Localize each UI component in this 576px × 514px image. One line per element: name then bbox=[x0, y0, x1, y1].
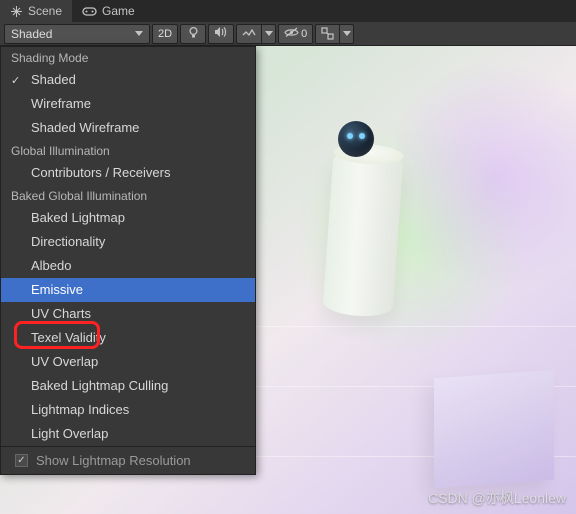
item-baked-lightmap-culling[interactable]: Baked Lightmap Culling bbox=[1, 374, 255, 398]
button-2d[interactable]: 2D bbox=[152, 24, 178, 44]
tab-scene[interactable]: Scene bbox=[0, 0, 72, 22]
scene-robot-orb bbox=[338, 121, 374, 157]
chevron-down-icon bbox=[265, 31, 273, 36]
item-wireframe[interactable]: Wireframe bbox=[1, 92, 255, 116]
check-icon: ✓ bbox=[11, 72, 20, 90]
item-emissive[interactable]: Emissive bbox=[1, 278, 255, 302]
gizmos-dropdown[interactable] bbox=[315, 24, 354, 44]
section-header: Baked Global Illumination bbox=[1, 185, 255, 206]
item-baked-lightmap[interactable]: Baked Lightmap bbox=[1, 206, 255, 230]
watermark-text: CSDN @亦枫Leonlew bbox=[428, 488, 566, 508]
scene-cube bbox=[434, 370, 554, 488]
scene-icon bbox=[10, 5, 23, 18]
gamepad-icon bbox=[82, 6, 97, 17]
lighting-toggle[interactable] bbox=[180, 24, 206, 44]
tab-game-label: Game bbox=[102, 4, 135, 18]
speaker-icon bbox=[214, 26, 228, 41]
item-albedo[interactable]: Albedo bbox=[1, 254, 255, 278]
shading-mode-dropdown[interactable]: Shaded bbox=[4, 24, 150, 44]
section-header: Shading Mode bbox=[1, 47, 255, 68]
chevron-down-icon bbox=[135, 31, 143, 36]
hidden-objects-toggle[interactable]: 0 bbox=[278, 24, 313, 44]
emissive-glow-pink bbox=[396, 46, 576, 306]
shading-mode-panel: Shading Mode ✓Shaded Wireframe Shaded Wi… bbox=[0, 46, 256, 475]
tab-bar: Scene Game bbox=[0, 0, 576, 22]
item-shaded-wireframe[interactable]: Shaded Wireframe bbox=[1, 116, 255, 140]
item-uv-charts[interactable]: UV Charts bbox=[1, 302, 255, 326]
panel-footer: ✓ Show Lightmap Resolution bbox=[1, 446, 255, 474]
tab-game[interactable]: Game bbox=[72, 0, 145, 22]
audio-toggle[interactable] bbox=[208, 24, 234, 44]
chevron-down-icon bbox=[343, 31, 351, 36]
hidden-count: 0 bbox=[301, 28, 307, 40]
tab-scene-label: Scene bbox=[28, 4, 62, 18]
item-texel-validity[interactable]: Texel Validity bbox=[1, 326, 255, 350]
show-lightmap-checkbox[interactable]: ✓ bbox=[15, 454, 28, 467]
shading-mode-value: Shaded bbox=[11, 27, 52, 41]
item-contributors-receivers[interactable]: Contributors / Receivers bbox=[1, 161, 255, 185]
effects-dropdown[interactable] bbox=[236, 24, 276, 44]
lightbulb-icon bbox=[188, 26, 199, 42]
item-lightmap-indices[interactable]: Lightmap Indices bbox=[1, 398, 255, 422]
item-shaded[interactable]: ✓Shaded bbox=[1, 68, 255, 92]
gizmos-icon bbox=[316, 25, 339, 43]
scene-toolbar: Shaded 2D 0 bbox=[0, 22, 576, 46]
scene-pedestal bbox=[322, 149, 403, 318]
eye-off-icon bbox=[284, 27, 299, 41]
section-header: Global Illumination bbox=[1, 140, 255, 161]
show-lightmap-label: Show Lightmap Resolution bbox=[36, 453, 191, 468]
button-2d-label: 2D bbox=[158, 28, 172, 40]
item-light-overlap[interactable]: Light Overlap bbox=[1, 422, 255, 446]
item-directionality[interactable]: Directionality bbox=[1, 230, 255, 254]
item-uv-overlap[interactable]: UV Overlap bbox=[1, 350, 255, 374]
effects-icon bbox=[237, 25, 261, 43]
